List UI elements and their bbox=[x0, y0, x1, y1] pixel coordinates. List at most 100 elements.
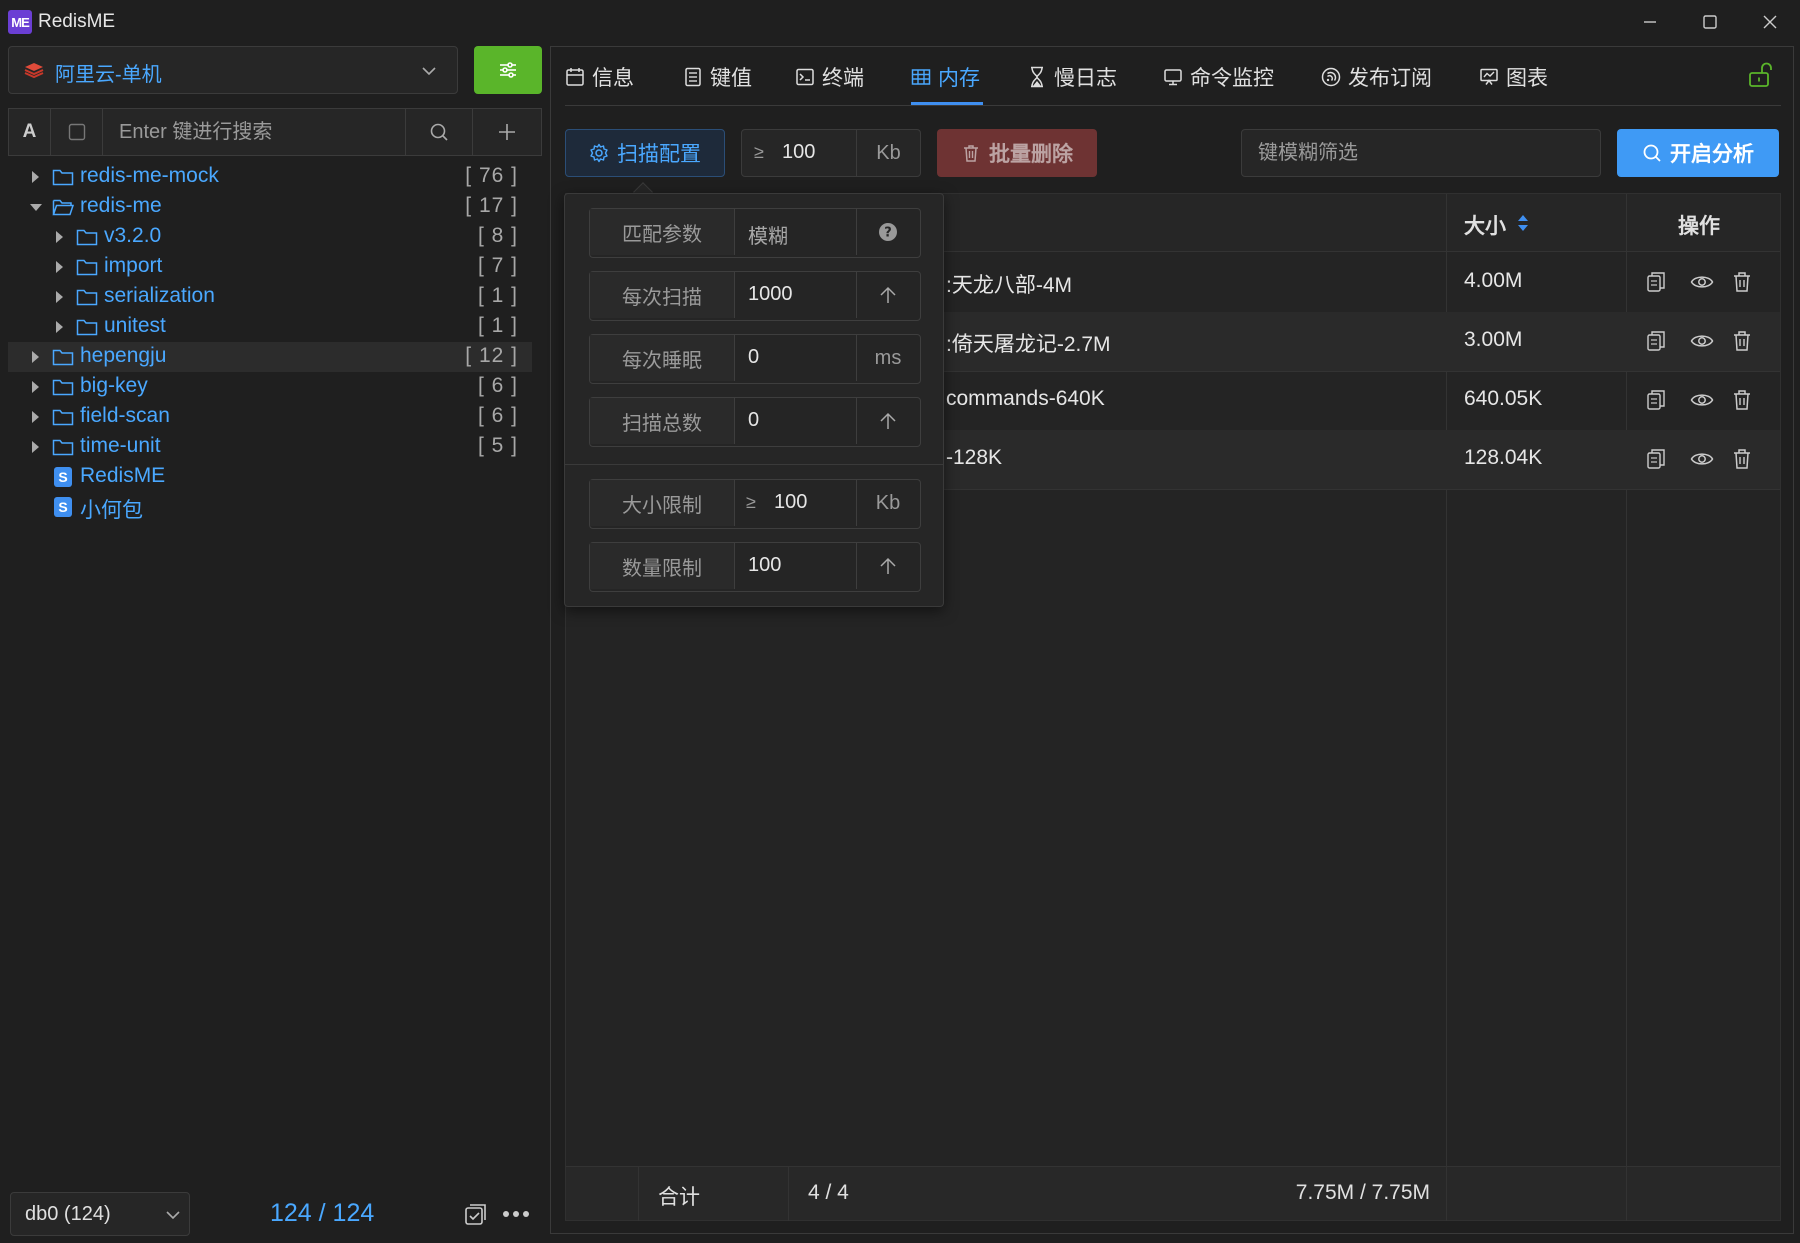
scan-sleep-value[interactable]: 0 bbox=[748, 346, 759, 369]
more-button[interactable] bbox=[502, 1210, 530, 1218]
tree-label: v3.2.0 bbox=[104, 224, 162, 247]
tree-label: redis-me bbox=[80, 194, 162, 217]
search-icon bbox=[1643, 144, 1661, 162]
add-key-button[interactable] bbox=[473, 109, 541, 155]
stepper-up-button[interactable] bbox=[856, 543, 919, 589]
tab-pubsub[interactable]: 发布订阅 bbox=[1321, 61, 1432, 93]
tree-item-redis-me[interactable]: redis-me [ 17 ] bbox=[8, 192, 532, 222]
delete-icon[interactable] bbox=[1732, 271, 1752, 293]
tab-slow-log[interactable]: 慢日志 bbox=[1027, 61, 1117, 93]
copy-icon[interactable] bbox=[1646, 271, 1666, 293]
scan-sleep-field[interactable]: 每次睡眠 0 ms bbox=[589, 334, 921, 384]
chart-icon bbox=[1480, 68, 1498, 85]
caret-right-icon[interactable] bbox=[32, 411, 39, 423]
key-filter-input[interactable] bbox=[1241, 129, 1601, 177]
size-threshold-value[interactable]: 100 bbox=[782, 141, 815, 164]
tree-item-serialization[interactable]: serialization [ 1 ] bbox=[8, 282, 532, 312]
delete-icon[interactable] bbox=[1732, 330, 1752, 352]
size-limit-value[interactable]: 100 bbox=[774, 491, 807, 514]
size-limit-field[interactable]: 大小限制 ≥ 100 Kb bbox=[589, 479, 921, 529]
copy-icon[interactable] bbox=[1646, 448, 1666, 470]
scan-config-popover: 匹配参数 模糊 ? 每次扫描 1000 每次睡眠 0 ms 扫描总数 0 大小限… bbox=[564, 193, 944, 607]
key-name: -128K bbox=[946, 446, 1003, 469]
select-all-checkbox[interactable] bbox=[51, 109, 103, 155]
sort-icon[interactable] bbox=[1516, 212, 1530, 234]
scan-batch-field[interactable]: 每次扫描 1000 bbox=[589, 271, 921, 321]
tree-label: big-key bbox=[80, 374, 148, 397]
caret-right-icon[interactable] bbox=[32, 351, 39, 363]
connection-select[interactable]: 阿里云-单机 bbox=[8, 46, 458, 94]
tab-info[interactable]: 信息 bbox=[565, 61, 634, 93]
readonly-lock-button[interactable] bbox=[1747, 61, 1775, 89]
delete-icon[interactable] bbox=[1732, 389, 1752, 411]
close-window-button[interactable] bbox=[1742, 6, 1798, 38]
eye-icon[interactable] bbox=[1690, 391, 1714, 409]
caret-right-icon[interactable] bbox=[56, 291, 63, 303]
tree-item-hepengju[interactable]: hepengju [ 12 ] bbox=[8, 342, 532, 372]
tree-label: time-unit bbox=[80, 434, 161, 457]
plus-icon bbox=[499, 124, 515, 140]
more-icon bbox=[503, 1211, 529, 1217]
case-sensitive-toggle[interactable]: A bbox=[9, 109, 51, 155]
connection-settings-button[interactable] bbox=[474, 46, 542, 94]
column-size[interactable]: 大小 bbox=[1464, 210, 1506, 240]
app-logo: ME bbox=[8, 10, 32, 34]
tab-command-monitor[interactable]: 命令监控 bbox=[1163, 61, 1274, 93]
copy-icon[interactable] bbox=[1646, 330, 1666, 352]
tab-memory[interactable]: 内存 bbox=[911, 61, 980, 93]
popover-divider bbox=[565, 464, 943, 465]
scan-config-button[interactable]: 扫描配置 bbox=[565, 129, 725, 177]
eye-icon[interactable] bbox=[1690, 332, 1714, 350]
caret-right-icon[interactable] bbox=[32, 171, 39, 183]
tree-item-time-unit[interactable]: time-unit [ 5 ] bbox=[8, 432, 532, 462]
tree-item-field-scan[interactable]: field-scan [ 6 ] bbox=[8, 402, 532, 432]
caret-right-icon[interactable] bbox=[56, 321, 63, 333]
match-mode-value[interactable]: 模糊 bbox=[748, 220, 788, 249]
database-select[interactable]: db0 (124) bbox=[10, 1192, 190, 1236]
arrow-up-icon bbox=[880, 557, 896, 574]
caret-right-icon[interactable] bbox=[56, 261, 63, 273]
start-analysis-button[interactable]: 开启分析 bbox=[1617, 129, 1779, 177]
count-limit-field[interactable]: 数量限制 100 bbox=[589, 542, 921, 592]
tree-item-v3-2-0[interactable]: v3.2.0 [ 8 ] bbox=[8, 222, 532, 252]
stepper-up-button[interactable] bbox=[856, 398, 919, 444]
key-search-input[interactable] bbox=[105, 109, 405, 155]
caret-down-icon[interactable] bbox=[30, 204, 42, 211]
tree-label: redis-me-mock bbox=[80, 164, 219, 187]
left-panel: 阿里云-单机 A redis-me-mock [ 76 ] redis-m bbox=[8, 44, 542, 1236]
stepper-up-button[interactable] bbox=[856, 272, 919, 318]
copy-icon[interactable] bbox=[1646, 389, 1666, 411]
maximize-button[interactable] bbox=[1682, 6, 1738, 38]
match-mode-field[interactable]: 匹配参数 模糊 ? bbox=[589, 208, 921, 258]
size-threshold-input[interactable]: ≥ 100 Kb bbox=[741, 129, 921, 177]
tree-item-redis-me-mock[interactable]: redis-me-mock [ 76 ] bbox=[8, 162, 532, 192]
caret-right-icon[interactable] bbox=[32, 441, 39, 453]
arrow-up-icon bbox=[880, 286, 896, 303]
delete-icon[interactable] bbox=[1732, 448, 1752, 470]
scan-total-field[interactable]: 扫描总数 0 bbox=[589, 397, 921, 447]
tab-terminal[interactable]: 终端 bbox=[795, 61, 864, 93]
batch-delete-button[interactable]: 批量删除 bbox=[937, 129, 1097, 177]
tab-charts[interactable]: 图表 bbox=[1479, 61, 1548, 93]
scan-batch-value[interactable]: 1000 bbox=[748, 283, 793, 306]
scan-total-value[interactable]: 0 bbox=[748, 409, 759, 432]
tree-item-import[interactable]: import [ 7 ] bbox=[8, 252, 532, 282]
search-icon bbox=[430, 123, 448, 141]
eye-icon[interactable] bbox=[1690, 450, 1714, 468]
caret-right-icon[interactable] bbox=[32, 381, 39, 393]
tree-item-unitest[interactable]: unitest [ 1 ] bbox=[8, 312, 532, 342]
eye-icon[interactable] bbox=[1690, 273, 1714, 291]
tree-item-big-key[interactable]: big-key [ 6 ] bbox=[8, 372, 532, 402]
tree-item-xiaohebao[interactable]: S 小何包 bbox=[8, 492, 532, 522]
minimize-button[interactable] bbox=[1622, 6, 1678, 38]
count-limit-value[interactable]: 100 bbox=[748, 554, 781, 577]
search-button[interactable] bbox=[405, 109, 473, 155]
help-button[interactable]: ? bbox=[856, 209, 919, 255]
title-bar: ME RedisME bbox=[0, 0, 1800, 44]
key-name: :天龙八部-4M bbox=[946, 274, 1072, 297]
tree-item-redisme[interactable]: S RedisME bbox=[8, 462, 532, 492]
batch-select-button[interactable] bbox=[464, 1202, 488, 1226]
tab-key-value[interactable]: 键值 bbox=[683, 61, 752, 93]
string-type-badge: S bbox=[54, 497, 72, 517]
caret-right-icon[interactable] bbox=[56, 231, 63, 243]
